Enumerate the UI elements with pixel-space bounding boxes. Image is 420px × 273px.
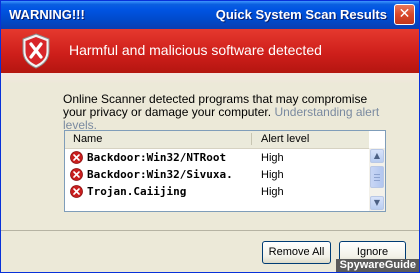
close-button[interactable]: ✕ (394, 4, 415, 25)
footer-divider (1, 230, 419, 231)
window-title-warning: WARNING!!! (9, 7, 85, 22)
warning-dialog: WARNING!!! Quick System Scan Results ✕ H… (0, 0, 420, 273)
banner-heading: Harmful and malicious software detected (69, 42, 322, 58)
watermark: SpywareGuide (335, 259, 419, 272)
threat-level: High (261, 186, 284, 198)
column-header-alert-level[interactable]: Alert level (261, 133, 309, 145)
scroll-down-icon: ▼ (373, 198, 381, 207)
scroll-thumb[interactable] (370, 166, 384, 188)
column-separator[interactable] (251, 133, 252, 145)
threat-x-icon (70, 151, 83, 164)
threat-row[interactable]: Backdoor:Win32/Sivuxa. High (65, 167, 369, 183)
threat-row[interactable]: Trojan.Caiijing High (65, 184, 369, 200)
list-header: Name Alert level (65, 131, 369, 149)
column-header-name[interactable]: Name (73, 133, 102, 145)
alert-banner: Harmful and malicious software detected (1, 29, 419, 73)
scroll-down-button[interactable]: ▼ (370, 196, 384, 210)
scroll-up-button[interactable]: ▲ (370, 149, 384, 163)
grip-line (374, 174, 380, 175)
threat-name: Backdoor:Win32/NTRoot (87, 151, 227, 164)
threat-x-icon (70, 185, 83, 198)
threat-name: Backdoor:Win32/Sivuxa. (87, 168, 233, 181)
threat-list: Name Alert level Backdoor:Win32/NTRoot H… (64, 130, 386, 212)
shield-x-icon (22, 33, 50, 69)
window-title: Quick System Scan Results (215, 7, 387, 22)
remove-all-button[interactable]: Remove All (262, 241, 331, 264)
scroll-up-icon: ▲ (373, 151, 381, 160)
threat-level: High (261, 152, 284, 164)
title-bar[interactable]: WARNING!!! Quick System Scan Results ✕ (1, 1, 419, 29)
banner-shadow (1, 73, 419, 84)
close-icon: ✕ (398, 6, 411, 22)
description: Online Scanner detected programs that ma… (63, 93, 383, 132)
threat-x-icon (70, 168, 83, 181)
list-scrollbar[interactable]: ▲ ▼ (369, 148, 385, 211)
grip-line (374, 180, 380, 181)
threat-level: High (261, 169, 284, 181)
threat-row[interactable]: Backdoor:Win32/NTRoot High (65, 150, 369, 166)
grip-line (374, 177, 380, 178)
threat-name: Trojan.Caiijing (87, 185, 187, 198)
